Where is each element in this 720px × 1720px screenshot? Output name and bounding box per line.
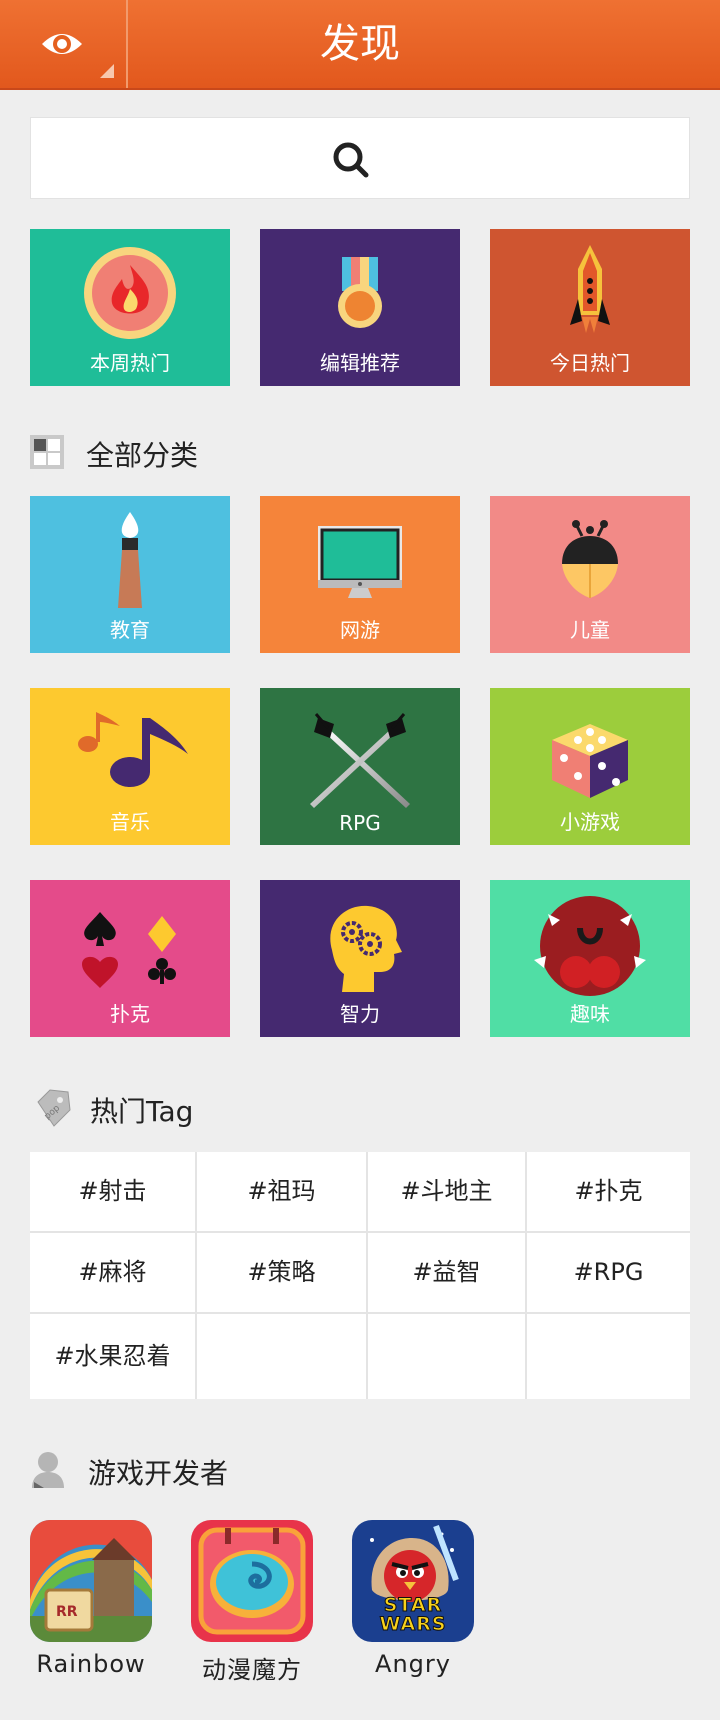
tile-label: 本周热门 (90, 351, 170, 375)
view-mode-button[interactable] (0, 0, 128, 88)
app-name: Rainbow (36, 1650, 146, 1678)
category-tile-puzzle[interactable]: 智力 (260, 880, 460, 1037)
featured-tile-today-hot[interactable]: 今日热门 (490, 229, 690, 386)
tag-empty-cell (368, 1314, 525, 1399)
tag-grid: #射击 #祖玛 #斗地主 #扑克 #麻将 #策略 #益智 #RPG #水果忍着 (30, 1152, 690, 1399)
tag-empty-cell (527, 1314, 690, 1399)
category-tile-education[interactable]: 教育 (30, 496, 230, 653)
tag-item[interactable]: #策略 (197, 1233, 366, 1312)
eye-icon (42, 34, 82, 54)
developers-section-header: 游戏开发者 (30, 1450, 350, 1490)
tile-label: RPG (339, 811, 381, 835)
tag-item[interactable]: #麻将 (30, 1233, 195, 1312)
tile-label: 网游 (340, 618, 380, 642)
tag-icon: pop (37, 1089, 71, 1127)
tile-label: 扑克 (110, 1002, 150, 1026)
developer-app-rainbow[interactable]: RR Rainbow (30, 1520, 152, 1678)
tag-item[interactable]: #射击 (30, 1152, 195, 1231)
tag-item[interactable]: #水果忍着 (30, 1314, 195, 1399)
tag-empty-cell (197, 1314, 366, 1399)
star-wars-logo-badge: STAR WARS (379, 1594, 447, 1635)
app-name: Angry (375, 1650, 451, 1678)
tag-item[interactable]: #益智 (368, 1233, 525, 1312)
rocket-icon (570, 245, 610, 333)
tag-item[interactable]: #扑克 (527, 1152, 690, 1231)
angry-birds-star-wars-app-icon: STAR WARS (352, 1520, 474, 1642)
app-name: 动漫魔方 (202, 1656, 302, 1684)
medal-icon (338, 257, 382, 328)
fire-icon (84, 247, 176, 339)
tag-item[interactable]: #祖玛 (197, 1152, 366, 1231)
section-title: 全部分类 (86, 439, 199, 472)
brain-gears-icon (330, 905, 402, 992)
developer-app-dongman[interactable]: 动漫魔方 (191, 1520, 313, 1685)
tile-label: 编辑推荐 (320, 351, 400, 375)
tile-label: 今日热门 (550, 351, 630, 375)
category-tile-online-games[interactable]: 网游 (260, 496, 460, 653)
ladybug-icon (562, 520, 618, 598)
category-tile-poker[interactable]: 扑克 (30, 880, 230, 1037)
tags-section-header: pop 热门Tag (30, 1088, 330, 1128)
categories-section-header: 全部分类 (30, 432, 330, 472)
search-icon (333, 142, 369, 178)
paintbrush-icon (118, 512, 142, 608)
tile-label: 智力 (340, 1002, 380, 1026)
page-title: 发现 (320, 21, 400, 67)
tile-label: 音乐 (110, 810, 150, 834)
crossed-swords-icon (310, 713, 410, 808)
section-title: 热门Tag (90, 1095, 194, 1128)
tile-label: 趣味 (570, 1002, 610, 1026)
category-tile-music[interactable]: 音乐 (30, 688, 230, 845)
top-bar: 发现 (0, 0, 720, 90)
section-title: 游戏开发者 (88, 1457, 229, 1490)
user-icon (32, 1452, 64, 1488)
card-suits-icon (82, 912, 176, 988)
monster-icon (534, 896, 646, 996)
dice-icon (552, 724, 628, 798)
developer-app-angry[interactable]: STAR WARS Angry (352, 1520, 474, 1678)
category-tile-mini-games[interactable]: 小游戏 (490, 688, 690, 845)
featured-tile-weekly-hot[interactable]: 本周热门 (30, 229, 230, 386)
category-tile-fun[interactable]: 趣味 (490, 880, 690, 1037)
category-tile-kids[interactable]: 儿童 (490, 496, 690, 653)
tile-label: 小游戏 (560, 810, 620, 834)
candy-swirl-app-icon (191, 1520, 313, 1642)
music-note-icon (78, 712, 188, 787)
tile-label: 教育 (110, 618, 150, 642)
search-bar[interactable] (30, 117, 690, 199)
category-tile-rpg[interactable]: RPG (260, 688, 460, 845)
rainbow-castle-app-icon: RR (30, 1520, 152, 1642)
svg-text:RR: RR (56, 1604, 78, 1620)
tile-label: 儿童 (570, 618, 610, 642)
tag-item[interactable]: #斗地主 (368, 1152, 525, 1231)
featured-tile-editor-picks[interactable]: 编辑推荐 (260, 229, 460, 386)
monitor-icon (318, 526, 402, 598)
tag-item[interactable]: #RPG (527, 1233, 690, 1312)
grid-icon (30, 435, 64, 469)
dropdown-corner-icon (100, 64, 114, 78)
